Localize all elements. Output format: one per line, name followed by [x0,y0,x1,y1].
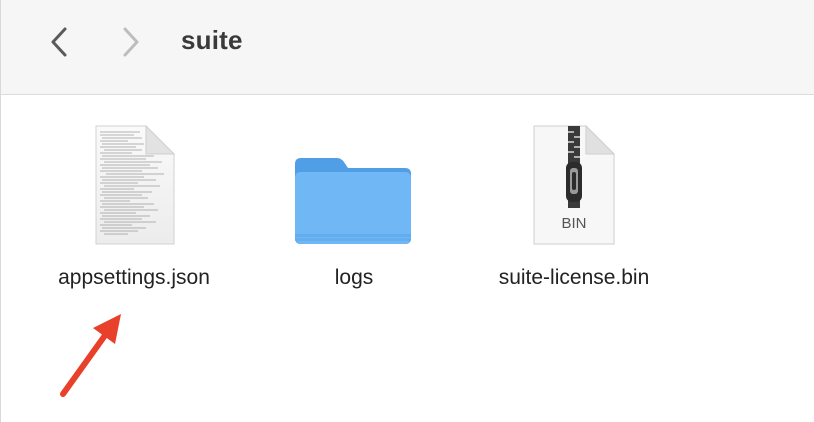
bin-badge-text: BIN [561,215,586,232]
pointer-arrow-icon [60,314,121,397]
file-name-label: appsettings.json [58,266,210,289]
text-document-icon [95,124,176,245]
zip-archive-icon: BIN [533,124,616,245]
file-item-logs[interactable]: logs [254,120,454,300]
back-button[interactable] [41,22,77,62]
zipper-icon [566,126,582,208]
finder-window: suite appsettings.json logs BIN suite-li… [0,0,814,422]
chevron-right-icon [123,27,139,57]
chevron-left-icon [51,27,67,57]
file-item-suite-license-bin[interactable]: BIN suite-license.bin [474,120,674,300]
toolbar: suite [1,0,814,95]
folder-title: suite [181,25,243,55]
file-name-label: logs [334,266,374,289]
forward-button[interactable] [113,22,149,62]
file-item-appsettings-json[interactable]: appsettings.json [34,120,234,300]
folder-icon [295,158,411,244]
file-name-label: suite-license.bin [498,266,650,289]
